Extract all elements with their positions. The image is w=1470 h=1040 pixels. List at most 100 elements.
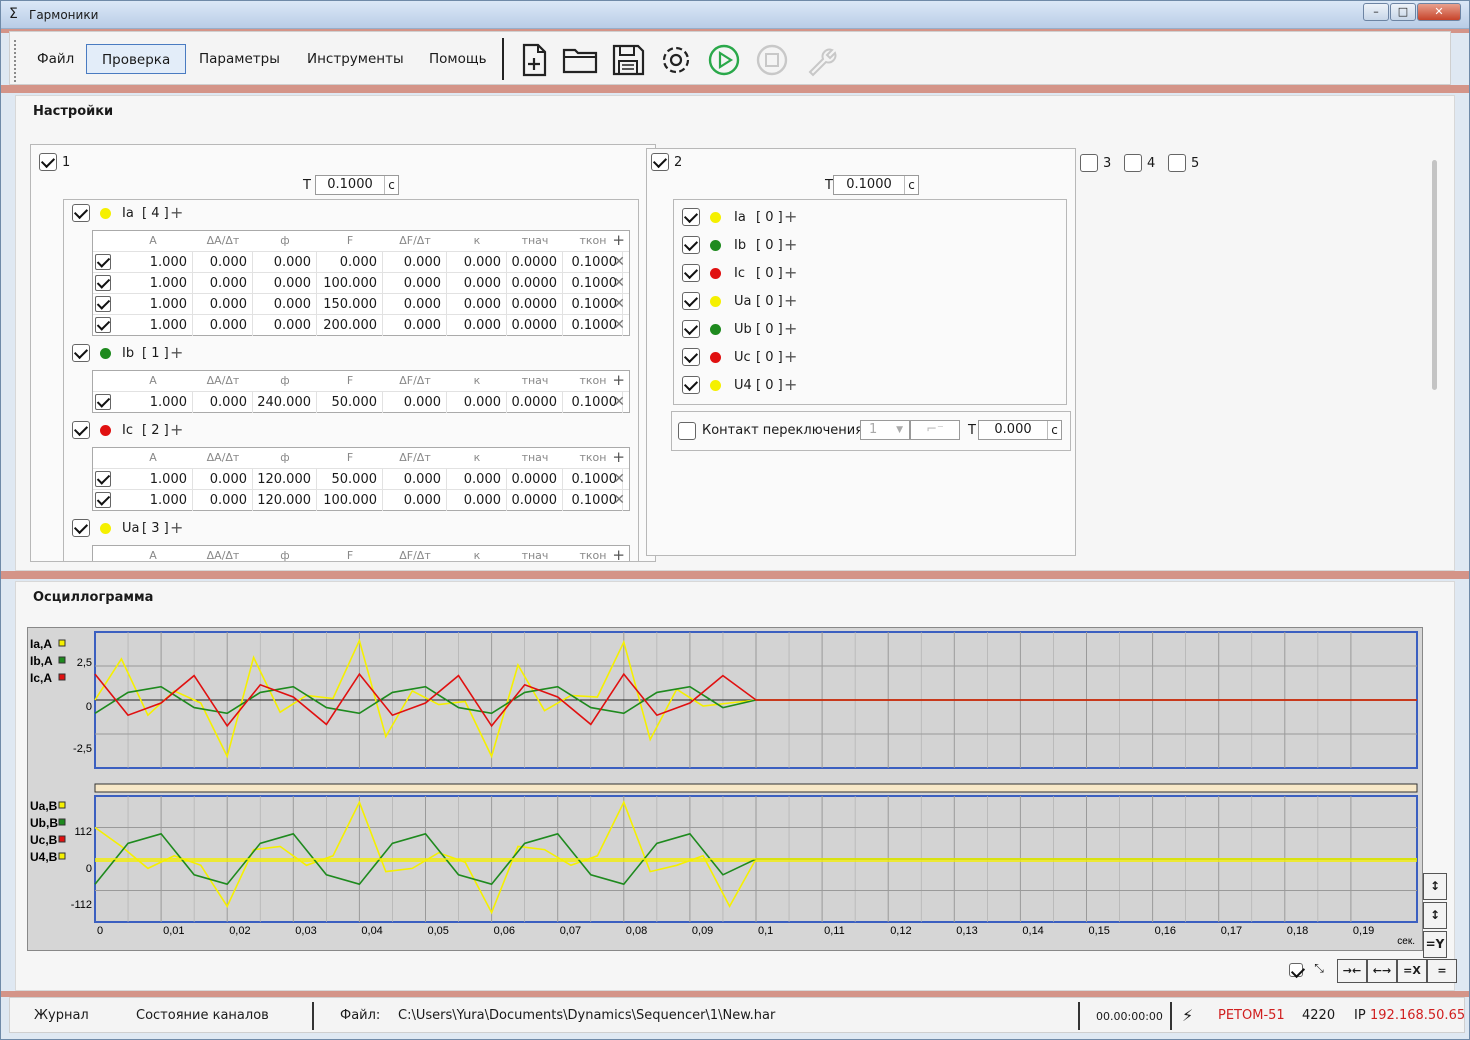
contact-select[interactable]: 1 ▼	[860, 420, 910, 440]
table-cell[interactable]: 0.000	[193, 490, 253, 511]
channel-state-tab[interactable]: Состояние каналов	[136, 1008, 269, 1023]
y-scale-button[interactable]: =Y	[1423, 931, 1447, 958]
table-cell[interactable]: 0.000	[193, 252, 253, 273]
table-cell[interactable]: 0.000	[447, 490, 507, 511]
settings-icon[interactable]	[658, 42, 694, 78]
table-cell[interactable]: 0.000	[253, 273, 317, 294]
add-channel-icon[interactable]: +	[784, 349, 797, 365]
table-cell[interactable]: 100.000	[317, 273, 383, 294]
new-file-icon[interactable]	[516, 42, 552, 78]
table-cell[interactable]: 0.000	[447, 294, 507, 315]
table-cell[interactable]: 0.0000	[507, 252, 563, 273]
group-2-checkbox[interactable]	[651, 153, 669, 171]
row-checkbox[interactable]	[95, 275, 111, 291]
channel-checkbox[interactable]	[72, 519, 90, 537]
contact-t-input[interactable]: 0.000 с	[978, 420, 1062, 440]
delete-row-icon[interactable]: ✕	[613, 252, 625, 273]
journal-tab[interactable]: Журнал	[34, 1008, 89, 1023]
channel-checkbox[interactable]	[682, 208, 700, 226]
row-checkbox[interactable]	[95, 471, 111, 487]
x-scale-button[interactable]: →←	[1337, 959, 1367, 983]
table-cell[interactable]: 0.0000	[507, 273, 563, 294]
delete-row-icon[interactable]: ✕	[613, 273, 625, 294]
table-cell[interactable]: 1.000	[113, 469, 193, 490]
table-cell[interactable]: 150.000	[317, 294, 383, 315]
channel-checkbox[interactable]	[72, 421, 90, 439]
menu-parameters[interactable]: Параметры	[184, 44, 295, 74]
table-cell[interactable]: 240.000	[253, 392, 317, 413]
group-3-checkbox[interactable]	[1080, 154, 1098, 172]
delete-row-icon[interactable]: ✕	[613, 392, 625, 413]
channel-checkbox[interactable]	[682, 320, 700, 338]
y-scale-button[interactable]: ↕	[1423, 873, 1447, 900]
menu-check[interactable]: Проверка	[86, 44, 187, 74]
table-cell[interactable]: 100.000	[317, 490, 383, 511]
play-icon[interactable]	[706, 42, 742, 78]
table-cell[interactable]: 1.000	[113, 252, 193, 273]
table-cell[interactable]: 0.000	[447, 252, 507, 273]
delete-row-icon[interactable]: ✕	[613, 469, 625, 490]
table-cell[interactable]: 50.000	[317, 392, 383, 413]
row-checkbox[interactable]	[95, 296, 111, 312]
add-channel-icon[interactable]: +	[170, 520, 183, 536]
table-cell[interactable]: 0.000	[383, 252, 447, 273]
table-cell[interactable]: 0.000	[253, 294, 317, 315]
table-cell[interactable]: 0.000	[383, 315, 447, 336]
add-channel-icon[interactable]: +	[170, 422, 183, 438]
x-scale-button[interactable]: =X	[1397, 959, 1427, 983]
table-cell[interactable]: 1.000	[113, 490, 193, 511]
row-checkbox[interactable]	[95, 492, 111, 508]
maximize-button[interactable]: □	[1390, 3, 1416, 21]
table-cell[interactable]: 1.000	[113, 315, 193, 336]
table-cell[interactable]: 0.0000	[507, 294, 563, 315]
minimize-button[interactable]: –	[1363, 3, 1389, 21]
channel-checkbox[interactable]	[72, 344, 90, 362]
add-channel-icon[interactable]: +	[170, 205, 183, 221]
table-cell[interactable]: 0.0000	[507, 392, 563, 413]
add-row-icon[interactable]: +	[612, 548, 625, 562]
table-cell[interactable]: 0.000	[253, 315, 317, 336]
add-channel-icon[interactable]: +	[784, 237, 797, 253]
menu-tools[interactable]: Инструменты	[292, 44, 419, 74]
table-cell[interactable]: 0.0000	[507, 469, 563, 490]
table-cell[interactable]: 120.000	[253, 469, 317, 490]
x-scale-button[interactable]: ←→	[1367, 959, 1397, 983]
add-channel-icon[interactable]: +	[784, 293, 797, 309]
table-cell[interactable]: 0.000	[383, 469, 447, 490]
add-row-icon[interactable]: +	[612, 450, 625, 465]
vertical-scrollbar[interactable]	[1430, 148, 1440, 558]
add-channel-icon[interactable]: +	[784, 321, 797, 337]
table-cell[interactable]: 0.000	[383, 294, 447, 315]
wrench-icon[interactable]	[802, 42, 838, 78]
table-cell[interactable]: 1.000	[113, 273, 193, 294]
group-1-t-input[interactable]: 0.1000 с	[315, 175, 399, 195]
table-cell[interactable]: 0.000	[383, 490, 447, 511]
sync-checkbox[interactable]	[1289, 963, 1303, 977]
channel-checkbox[interactable]	[682, 236, 700, 254]
table-cell[interactable]: 0.000	[193, 392, 253, 413]
add-channel-icon[interactable]: +	[784, 209, 797, 225]
table-cell[interactable]: 0.000	[253, 252, 317, 273]
table-cell[interactable]: 0.000	[193, 273, 253, 294]
table-cell[interactable]: 0.000	[447, 315, 507, 336]
group-2-t-input[interactable]: 0.1000 с	[833, 175, 919, 195]
table-cell[interactable]: 1.000	[113, 294, 193, 315]
add-channel-icon[interactable]: +	[784, 377, 797, 393]
close-button[interactable]: ✕	[1417, 3, 1461, 21]
add-row-icon[interactable]: +	[612, 233, 625, 248]
table-cell[interactable]: 0.000	[193, 294, 253, 315]
open-folder-icon[interactable]	[562, 42, 598, 78]
table-cell[interactable]: 0.000	[447, 469, 507, 490]
channel-checkbox[interactable]	[682, 264, 700, 282]
channel-checkbox[interactable]	[72, 204, 90, 222]
add-channel-icon[interactable]: +	[170, 345, 183, 361]
table-cell[interactable]: 1.000	[113, 392, 193, 413]
delete-row-icon[interactable]: ✕	[613, 294, 625, 315]
table-cell[interactable]: 0.000	[193, 469, 253, 490]
table-cell[interactable]: 0.0000	[507, 315, 563, 336]
table-cell[interactable]: 0.000	[447, 392, 507, 413]
fit-icon[interactable]: ⤡	[1307, 961, 1331, 981]
menu-file[interactable]: Файл	[22, 44, 89, 74]
add-row-icon[interactable]: +	[612, 373, 625, 388]
delete-row-icon[interactable]: ✕	[613, 315, 625, 336]
